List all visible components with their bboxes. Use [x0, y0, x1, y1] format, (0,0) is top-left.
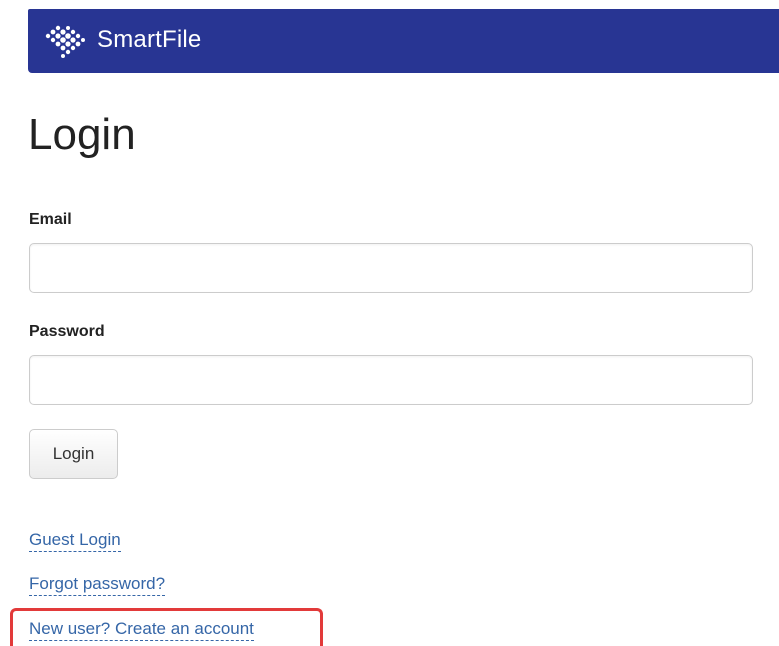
- password-input[interactable]: [29, 355, 753, 405]
- smartfile-logo-icon[interactable]: [44, 23, 88, 61]
- create-account-link[interactable]: New user? Create an account: [29, 619, 254, 641]
- password-label: Password: [29, 323, 105, 340]
- login-button[interactable]: Login: [29, 429, 118, 479]
- email-input[interactable]: [29, 243, 753, 293]
- forgot-password-link[interactable]: Forgot password?: [29, 574, 166, 596]
- guest-login-link[interactable]: Guest Login: [29, 530, 121, 552]
- page-title: Login: [28, 110, 136, 159]
- email-label: Email: [29, 211, 72, 228]
- top-header-bar: SmartFile: [28, 9, 779, 73]
- brand-name[interactable]: SmartFile: [97, 26, 201, 54]
